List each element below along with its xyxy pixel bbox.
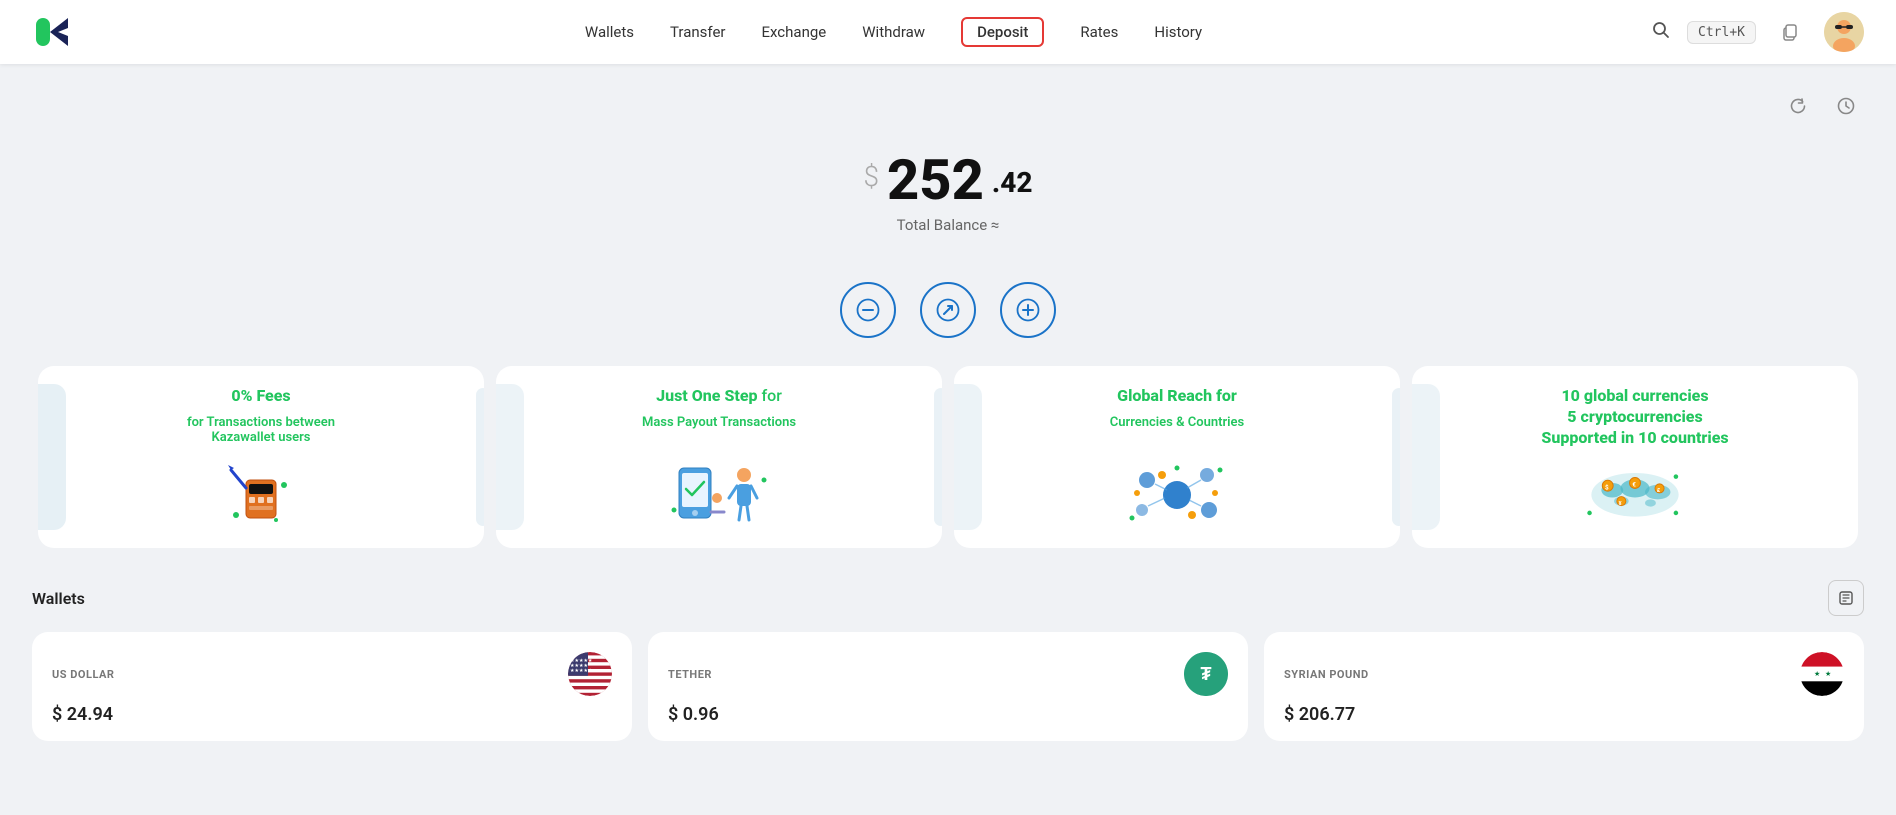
- promo-payout-card: Just One Step for Mass Payout Transactio…: [496, 366, 942, 548]
- refresh-button[interactable]: [1780, 88, 1816, 124]
- balance-section: $ 252 .42 Total Balance ≈: [32, 132, 1864, 262]
- wallet-usd-header: US DOLLAR: [52, 652, 612, 696]
- promo-global-subtitle: Currencies & Countries: [1110, 415, 1244, 430]
- user-avatar[interactable]: [1824, 12, 1864, 52]
- wallet-usd-name: US DOLLAR: [52, 668, 114, 681]
- promo-currencies-title: 10 global currencies5 cryptocurrenciesSu…: [1541, 386, 1728, 448]
- balance-integer: 252: [887, 152, 984, 208]
- nav-history[interactable]: History: [1154, 19, 1202, 45]
- navbar: Wallets Transfer Exchange Withdraw Depos…: [0, 0, 1896, 64]
- wallet-card-usdt: TETHER ₮ $ 0.96: [648, 632, 1248, 741]
- action-buttons: [32, 282, 1864, 338]
- wallets-section: Wallets US DOLLAR: [32, 580, 1864, 757]
- svg-text:★: ★: [1814, 670, 1820, 678]
- promo-payout-title: Just One Step for: [656, 386, 782, 407]
- nav-links: Wallets Transfer Exchange Withdraw Depos…: [136, 17, 1651, 47]
- deposit-button[interactable]: [1000, 282, 1056, 338]
- promo-global-image: [1127, 456, 1227, 528]
- promo-global-title: Global Reach for: [1117, 386, 1237, 407]
- svg-text:$: $: [1605, 483, 1609, 491]
- wallet-syp-name: SYRIAN POUND: [1284, 668, 1369, 681]
- nav-transfer[interactable]: Transfer: [670, 19, 725, 45]
- wallet-syp-amount: $ 206.77: [1284, 704, 1844, 725]
- nav-deposit[interactable]: Deposit: [961, 17, 1044, 47]
- promo-payout-image: [669, 456, 769, 528]
- svg-text:¥: ¥: [1619, 501, 1622, 507]
- wallet-usdt-flag: ₮: [1184, 652, 1228, 696]
- exchange-button[interactable]: [920, 282, 976, 338]
- wallet-usd-amount: $ 24.94: [52, 704, 612, 725]
- wallet-card-usd: US DOLLAR: [32, 632, 632, 741]
- balance-currency-symbol: $: [863, 160, 879, 193]
- wallet-cards: US DOLLAR: [32, 632, 1864, 741]
- wallets-header: Wallets: [32, 580, 1864, 616]
- search-button[interactable]: [1651, 20, 1671, 45]
- promo-global-card: Global Reach for Currencies & Countries: [954, 366, 1400, 548]
- promo-fees-card: 0% Fees for Transactions betweenKazawall…: [38, 366, 484, 548]
- edit-wallets-button[interactable]: [1828, 580, 1864, 616]
- wallet-syp-flag: ★ ★: [1800, 652, 1844, 696]
- promo-fees-title: 0% Fees: [231, 386, 290, 407]
- svg-text:★★★★★: ★★★★★: [570, 668, 593, 674]
- balance-decimal: .42: [992, 166, 1033, 199]
- balance-amount: $ 252 .42: [32, 152, 1864, 208]
- copy-icon-button[interactable]: [1772, 14, 1808, 50]
- wallet-syp-header: SYRIAN POUND ★ ★: [1284, 652, 1844, 696]
- wallet-usdt-amount: $ 0.96: [668, 704, 1228, 725]
- nav-wallets[interactable]: Wallets: [585, 19, 634, 45]
- svg-text:€: €: [1632, 480, 1636, 488]
- wallet-usd-flag: ★★★★★ ★★★★ ★★★★★: [568, 652, 612, 696]
- wallet-usdt-header: TETHER ₮: [668, 652, 1228, 696]
- promo-currencies-card: 10 global currencies5 cryptocurrenciesSu…: [1412, 366, 1858, 548]
- wallet-card-syp: SYRIAN POUND ★ ★: [1264, 632, 1864, 741]
- withdraw-button[interactable]: [840, 282, 896, 338]
- keyboard-shortcut: Ctrl+K: [1687, 21, 1756, 44]
- promo-section: 0% Fees for Transactions betweenKazawall…: [32, 366, 1864, 548]
- promo-fees-image: [211, 456, 311, 528]
- promo-payout-subtitle: Mass Payout Transactions: [642, 415, 796, 430]
- wallets-title: Wallets: [32, 589, 85, 608]
- svg-text:★: ★: [1825, 670, 1831, 678]
- nav-rates[interactable]: Rates: [1080, 19, 1118, 45]
- main-content: $ 252 .42 Total Balance ≈: [0, 64, 1896, 789]
- balance-label: Total Balance ≈: [32, 216, 1864, 234]
- nav-right: Ctrl+K: [1651, 12, 1864, 52]
- promo-currencies-image: $ € £ ¥: [1585, 456, 1685, 528]
- nav-exchange[interactable]: Exchange: [761, 19, 826, 45]
- top-right-actions: [32, 88, 1864, 124]
- nav-withdraw[interactable]: Withdraw: [862, 19, 925, 45]
- wallet-usdt-name: TETHER: [668, 668, 712, 681]
- logo[interactable]: [32, 10, 76, 54]
- history-clock-button[interactable]: [1828, 88, 1864, 124]
- promo-fees-subtitle: for Transactions betweenKazawallet users: [187, 415, 335, 445]
- svg-text:₮: ₮: [1201, 664, 1212, 685]
